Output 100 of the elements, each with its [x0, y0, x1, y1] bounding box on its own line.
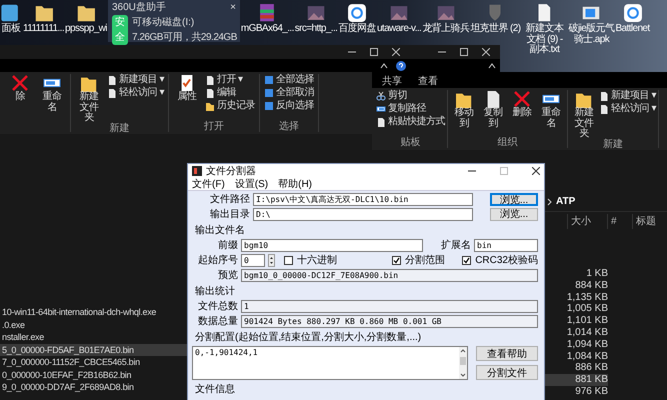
grid-icon	[264, 101, 274, 111]
text-field[interactable]: I:\psv\中文\真高达无双-DLC1\10.bin	[253, 193, 473, 206]
delete-icon	[513, 90, 531, 108]
folder-icon	[204, 101, 215, 111]
scissors-icon	[376, 91, 386, 101]
desktop-icon-label[interactable]: Battlenet	[615, 24, 650, 34]
group-label: 打开	[202, 122, 225, 132]
ribbon-button[interactable]: 复制到	[479, 90, 507, 138]
ribbon-button[interactable]: 新建项目 ▾	[107, 74, 164, 86]
popup-title: 360U盘助手	[112, 0, 166, 15]
action-button[interactable]: 查看帮助	[476, 346, 538, 361]
ribbon-button[interactable]: 轻松访问 ▾	[599, 103, 656, 115]
ribbon-button[interactable]: 复制路径	[376, 103, 445, 115]
safe-badge: 安全	[112, 15, 128, 45]
desktop-icon-label[interactable]: 破jie版元气骑士.apk	[568, 24, 614, 45]
document-icon	[204, 75, 215, 85]
browse-button[interactable]: 浏览...	[490, 208, 538, 221]
menu-item[interactable]: 设置(S)	[234, 176, 268, 192]
app-icon	[346, 2, 368, 24]
ribbon-button[interactable]: 重命名	[537, 90, 565, 138]
ribbon-button[interactable]: 打开 ▾	[204, 74, 255, 86]
menu-item[interactable]: 帮助(H)	[278, 176, 312, 192]
field-label: 扩展名	[440, 239, 471, 252]
file-size: 1,084 KB	[566, 350, 608, 362]
browse-button[interactable]: 浏览...	[490, 193, 538, 206]
group-label: 贴板	[400, 138, 422, 148]
chevron-up-icon	[488, 62, 496, 68]
file-size: 1,005 KB	[566, 303, 608, 316]
chevron-right-icon	[547, 198, 552, 206]
ribbon-button[interactable]: 重命名	[38, 74, 66, 132]
ribbon-button[interactable]: 反向选择	[264, 100, 314, 112]
ribbon-button[interactable]: 历史记录	[204, 100, 255, 112]
ribbon-tab[interactable]: 共享	[382, 74, 402, 86]
text-field[interactable]: bgm10	[241, 239, 423, 252]
text-field[interactable]: D:\	[253, 208, 473, 221]
file-size: 976 KB	[574, 386, 608, 398]
checkbox[interactable]	[284, 256, 294, 265]
app-icon	[192, 166, 202, 176]
desktop-icon-label[interactable]: 新建文本文档 (9) - 副本.txt	[521, 24, 568, 56]
drive-space: 7.26GB可用，共29.24GB	[132, 30, 237, 45]
desktop-icon-label[interactable]: ppsspp_wi	[65, 24, 107, 34]
field-label: 起始序号	[197, 254, 238, 267]
ribbon-button[interactable]: 粘贴快捷方式	[376, 116, 445, 128]
ribbon-button[interactable]: 删除	[508, 90, 536, 138]
desktop-icon-label[interactable]: 11111111...	[23, 24, 64, 34]
menu-item[interactable]: 文件(F)	[192, 176, 225, 192]
document-icon	[376, 117, 386, 127]
checkbox[interactable]	[462, 256, 472, 265]
field-label: 前缀	[217, 239, 238, 252]
ribbon-button[interactable]: 属性	[172, 74, 201, 122]
desktop-icon-label[interactable]: 面板	[2, 24, 20, 34]
drive-name: 可移动磁盘(I:)	[132, 16, 196, 30]
ribbon-button[interactable]: 移动到	[450, 90, 478, 138]
close-icon	[392, 48, 400, 56]
file-size: 1,014 KB	[566, 326, 608, 339]
text-field[interactable]: bin	[474, 239, 538, 252]
close-icon	[532, 167, 540, 175]
desktop-icon-label[interactable]: 龙背上骑兵	[422, 24, 470, 34]
action-button[interactable]: 分割文件	[476, 365, 538, 380]
help-icon	[396, 60, 406, 70]
ribbon-button[interactable]: 轻松访问 ▾	[107, 87, 164, 99]
checkbox[interactable]	[392, 256, 402, 265]
ribbon-button[interactable]: 全部选择	[264, 74, 314, 86]
group-label: 新建	[108, 124, 130, 134]
ribbon-button[interactable]: 全部取消	[264, 87, 314, 99]
desktop-icon-label[interactable]: utaware-v...	[376, 24, 422, 34]
file-size: 1 KB	[585, 268, 608, 280]
column-header[interactable]: #	[607, 214, 632, 228]
column-header[interactable]: 标题	[632, 214, 667, 228]
ribbon-button[interactable]: 编辑	[204, 87, 255, 99]
file-size: 886 KB	[574, 362, 608, 374]
field-label: 文件路径	[209, 193, 250, 206]
desktop-icon-label[interactable]: 坦克世界 (2)	[470, 24, 520, 34]
ribbon-button[interactable]: 新建文件夹	[570, 90, 598, 140]
group-label: 新建	[602, 140, 624, 150]
desktop-icon-label[interactable]: src=http_...	[294, 24, 338, 34]
desktop-icon-label[interactable]: mGBAx64_...	[240, 24, 294, 34]
scrollbar-icon	[459, 347, 467, 379]
chevron-up-icon	[380, 62, 388, 68]
config-textarea[interactable]: 0,-1,901424,1	[192, 346, 468, 380]
file-size: 1,094 KB	[566, 338, 608, 351]
close-button[interactable]: ×	[230, 0, 236, 15]
section-heading: 分割配置(起始位置,结束位置,分割大小,分割数量,...)	[195, 332, 422, 344]
file-size: 884 KB	[574, 280, 608, 292]
delete-icon	[11, 74, 29, 92]
breadcrumb-item[interactable]: ATP	[556, 194, 576, 209]
checkbox-label: CRC32校验码	[475, 254, 538, 267]
ribbon-button[interactable]: 除	[6, 74, 34, 132]
ribbon-button[interactable]: 新建文件夹	[75, 74, 103, 124]
document-icon	[204, 88, 215, 98]
desktop-icon-label[interactable]: 百度网盘	[338, 24, 376, 34]
grid-icon	[264, 75, 274, 85]
text-field[interactable]: 0	[241, 254, 266, 267]
app-icon	[622, 2, 644, 24]
group-label: 选择	[278, 122, 300, 132]
checkbox-label: 十六进制	[297, 254, 338, 267]
ribbon-tab[interactable]: 查看	[418, 74, 438, 86]
ribbon-button[interactable]: 新建项目 ▾	[599, 90, 656, 102]
column-header[interactable]: 大小	[567, 214, 607, 228]
ribbon-button[interactable]: 剪切	[376, 90, 445, 102]
